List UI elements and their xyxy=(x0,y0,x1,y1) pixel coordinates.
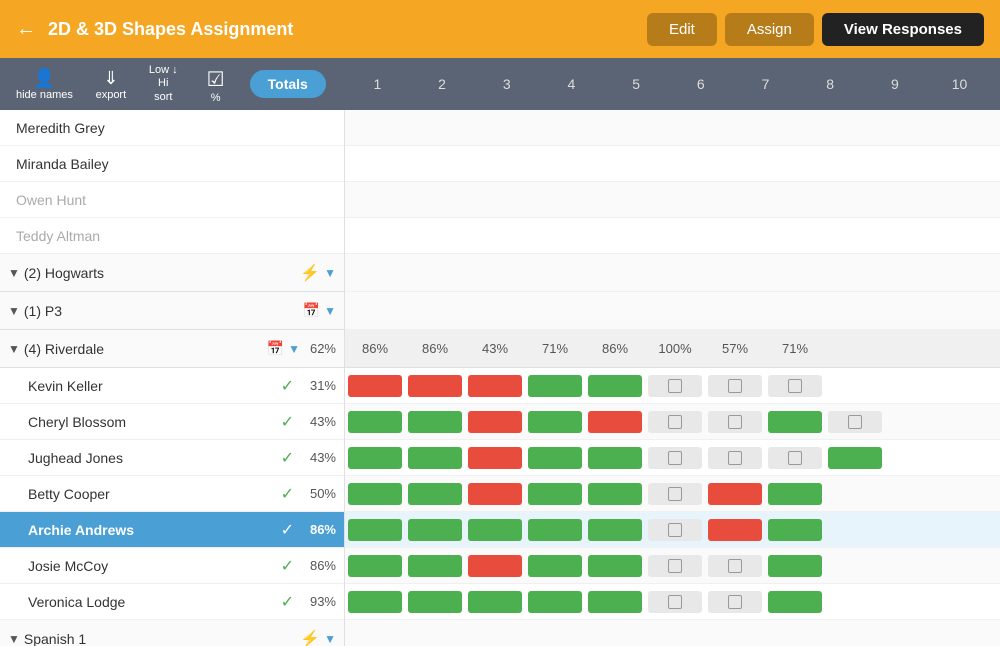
table-row xyxy=(345,584,1000,620)
table-row xyxy=(345,218,1000,254)
checkbox-icon xyxy=(728,451,742,465)
header-buttons: Edit Assign View Responses xyxy=(647,13,984,46)
export-icon: ⇓ xyxy=(103,68,118,89)
check-icon: ✓ xyxy=(281,556,294,576)
list-item[interactable]: Kevin Keller ✓ 31% xyxy=(0,368,344,404)
group-riverdale[interactable]: ▼ (4) Riverdale 📅 ▼ 62% xyxy=(0,330,344,368)
toolbar-left: 👤 hide names ⇓ export Low ↓ Hi sort ☑ % … xyxy=(0,60,345,108)
col-10: 10 xyxy=(930,76,990,92)
right-panel: 86% 86% 43% 71% 86% 100% 57% 71% xyxy=(345,110,1000,646)
hide-names-icon: 👤 xyxy=(33,68,55,89)
col-8: 8 xyxy=(800,76,860,92)
main-content: Meredith Grey Miranda Bailey Owen Hunt T… xyxy=(0,110,1000,646)
calendar-icon: 📅 xyxy=(267,340,284,357)
export-button[interactable]: ⇓ export xyxy=(85,64,137,105)
col-7: 7 xyxy=(735,76,795,92)
table-row xyxy=(345,110,1000,146)
edit-button[interactable]: Edit xyxy=(647,13,717,46)
lightning-icon: ⚡ xyxy=(300,263,320,283)
percent-toggle[interactable]: ☑ % xyxy=(190,61,242,108)
group-spanish1[interactable]: ▼ Spanish 1 ⚡ ▼ xyxy=(0,620,344,646)
checkbox-icon xyxy=(668,559,682,573)
chevron-down-icon: ▼ xyxy=(288,342,300,356)
page-title: 2D & 3D Shapes Assignment xyxy=(48,19,647,40)
grid-area: 86% 86% 43% 71% 86% 100% 57% 71% xyxy=(345,110,1000,646)
list-item[interactable]: Miranda Bailey xyxy=(0,146,344,182)
col-6: 6 xyxy=(671,76,731,92)
list-item[interactable]: Cheryl Blossom ✓ 43% xyxy=(0,404,344,440)
chevron-down-icon: ▼ xyxy=(324,632,336,646)
assign-button[interactable]: Assign xyxy=(725,13,814,46)
table-row xyxy=(345,404,1000,440)
table-row xyxy=(345,146,1000,182)
checkbox-icon xyxy=(788,379,802,393)
table-row xyxy=(345,368,1000,404)
check-icon: ✓ xyxy=(281,484,294,504)
checkbox-icon xyxy=(668,379,682,393)
group-hogwarts[interactable]: ▼ (2) Hogwarts ⚡ ▼ xyxy=(0,254,344,292)
table-row-archie xyxy=(345,512,1000,548)
summary-row: 86% 86% 43% 71% 86% 100% 57% 71% xyxy=(345,330,1000,368)
col-2: 2 xyxy=(412,76,472,92)
group-p3[interactable]: ▼ (1) P3 📅 ▼ xyxy=(0,292,344,330)
checkbox-icon xyxy=(668,451,682,465)
chevron-down-icon: ▼ xyxy=(8,342,20,356)
chevron-down-icon: ▼ xyxy=(8,632,20,646)
table-row xyxy=(345,476,1000,512)
hide-names-button[interactable]: 👤 hide names xyxy=(8,64,81,105)
check-icon: ✓ xyxy=(281,376,294,396)
table-row xyxy=(345,292,1000,330)
chevron-down-icon: ▼ xyxy=(324,266,336,280)
table-row xyxy=(345,254,1000,292)
list-item[interactable]: Owen Hunt xyxy=(0,182,344,218)
back-button[interactable]: ← xyxy=(16,18,36,41)
checkbox-icon xyxy=(728,595,742,609)
toolbar: 👤 hide names ⇓ export Low ↓ Hi sort ☑ % … xyxy=(0,58,1000,110)
list-item[interactable]: Betty Cooper ✓ 50% xyxy=(0,476,344,512)
sort-button[interactable]: Low ↓ Hi sort xyxy=(141,60,186,108)
list-item[interactable]: Veronica Lodge ✓ 93% xyxy=(0,584,344,620)
calendar-icon: 📅 xyxy=(303,302,320,319)
left-panel: Meredith Grey Miranda Bailey Owen Hunt T… xyxy=(0,110,345,646)
checkbox-icon xyxy=(668,415,682,429)
check-icon: ✓ xyxy=(281,412,294,432)
table-row xyxy=(345,548,1000,584)
col-4: 4 xyxy=(541,76,601,92)
check-icon: ✓ xyxy=(281,592,294,612)
chevron-down-icon: ▼ xyxy=(8,304,20,318)
list-item[interactable]: Jughead Jones ✓ 43% xyxy=(0,440,344,476)
table-row xyxy=(345,620,1000,646)
list-item[interactable]: Josie McCoy ✓ 86% xyxy=(0,548,344,584)
col-5: 5 xyxy=(606,76,666,92)
checkbox-icon xyxy=(788,451,802,465)
checkbox-icon xyxy=(728,559,742,573)
table-row xyxy=(345,440,1000,476)
checkbox-icon xyxy=(668,523,682,537)
col-3: 3 xyxy=(477,76,537,92)
table-row xyxy=(345,182,1000,218)
list-item[interactable]: Teddy Altman xyxy=(0,218,344,254)
col-9: 9 xyxy=(865,76,925,92)
chevron-down-icon: ▼ xyxy=(324,304,336,318)
checkbox-icon xyxy=(668,595,682,609)
list-item[interactable]: Meredith Grey xyxy=(0,110,344,146)
column-numbers: 1 2 3 4 5 6 7 8 9 10 xyxy=(345,76,1000,92)
view-responses-button[interactable]: View Responses xyxy=(822,13,984,46)
check-icon: ✓ xyxy=(281,520,294,540)
checkbox-icon xyxy=(728,379,742,393)
check-icon: ✓ xyxy=(281,448,294,468)
checkbox-icon xyxy=(668,487,682,501)
checkbox-icon xyxy=(848,415,862,429)
chevron-down-icon: ▼ xyxy=(8,266,20,280)
checkbox-icon xyxy=(728,415,742,429)
header: ← 2D & 3D Shapes Assignment Edit Assign … xyxy=(0,0,1000,58)
lightning-icon: ⚡ xyxy=(300,629,320,646)
list-item-archie[interactable]: Archie Andrews ✓ 86% xyxy=(0,512,344,548)
totals-button[interactable]: Totals xyxy=(250,70,326,98)
col-1: 1 xyxy=(347,76,407,92)
